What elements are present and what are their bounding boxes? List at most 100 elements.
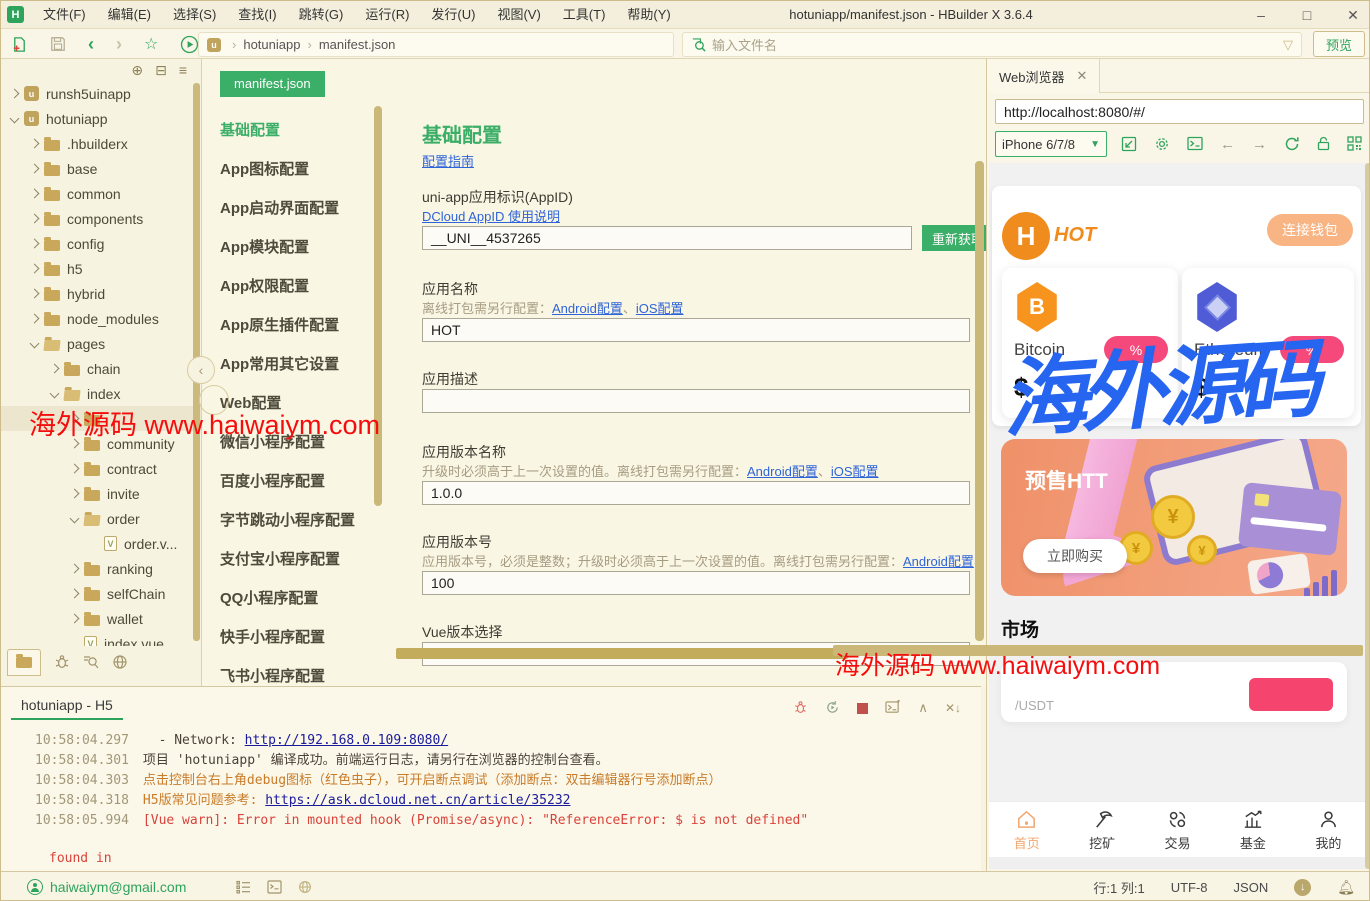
manifest-nav-item[interactable]: 微信小程序配置 (220, 423, 370, 462)
tabbar-item-首页[interactable]: 首页 (989, 802, 1064, 857)
web-browser-tab[interactable]: Web浏览器 ✕ (987, 59, 1100, 93)
chevron-right-icon[interactable] (27, 187, 41, 201)
clear-logs-icon[interactable]: ✕↓ (945, 701, 961, 715)
preview-scrollbar[interactable] (1365, 163, 1370, 869)
nav-forward-icon[interactable]: → (1252, 136, 1267, 153)
log-link[interactable]: https://ask.dcloud.net.cn/article/35232 (265, 793, 570, 808)
android-config-link[interactable]: Android配置 (903, 554, 974, 569)
chevron-right-icon[interactable] (27, 137, 41, 151)
tree-item--hbuilderx[interactable]: .hbuilderx (1, 131, 201, 156)
chevron-right-icon[interactable] (67, 587, 81, 601)
search-tab-icon[interactable] (83, 654, 99, 672)
tabbar-item-我的[interactable]: 我的 (1291, 802, 1366, 857)
buy-now-button[interactable]: 立即购买 (1023, 539, 1127, 573)
ios-config-link[interactable]: iOS配置 (636, 301, 684, 316)
breadcrumb-project[interactable]: hotuniapp (243, 37, 300, 52)
collapse-all-icon[interactable]: ⊟ (155, 62, 167, 79)
manifest-nav-item[interactable]: 百度小程序配置 (220, 462, 370, 501)
filter-funnel-icon[interactable]: ▽ (1283, 37, 1293, 53)
breadcrumb-file[interactable]: manifest.json (319, 37, 396, 52)
new-file-icon[interactable] (11, 36, 28, 53)
config-guide-link[interactable]: 配置指南 (422, 151, 474, 170)
forward-icon[interactable]: › (116, 34, 122, 55)
horizontal-scrollbar-segment[interactable] (833, 645, 1363, 656)
restart-icon[interactable] (825, 699, 840, 717)
lock-icon[interactable] (1317, 135, 1330, 153)
tree-item-config[interactable]: config (1, 231, 201, 256)
tree-item-ranking[interactable]: ranking (1, 556, 201, 581)
chevron-down-icon[interactable] (47, 387, 61, 401)
tab-manifest-json[interactable]: manifest.json (220, 71, 325, 97)
version-name-input[interactable]: 1.0.0 (422, 481, 970, 505)
files-tab-icon[interactable] (7, 649, 41, 676)
android-config-link[interactable]: Android配置 (747, 464, 818, 479)
connect-wallet-button[interactable]: 连接钱包 (1267, 214, 1353, 246)
manifest-nav-item[interactable]: 飞书小程序配置 (220, 657, 370, 686)
form-scrollbar[interactable] (975, 161, 984, 641)
chevron-down-icon[interactable] (7, 112, 21, 126)
chevron-right-icon[interactable] (27, 312, 41, 326)
terminal-icon[interactable] (267, 878, 282, 896)
trade-button[interactable] (1249, 678, 1333, 711)
chevron-right-icon[interactable] (67, 437, 81, 451)
menu-item[interactable]: 选择(S) (162, 1, 227, 29)
tree-item-selfchain[interactable]: selfChain (1, 581, 201, 606)
preview-button[interactable]: 预览 (1313, 31, 1365, 57)
run-icon[interactable] (180, 35, 199, 54)
menu-item[interactable]: 视图(V) (486, 1, 551, 29)
coin-card-ethereum[interactable]: Ethereum % $ (1182, 268, 1354, 418)
account-button[interactable]: haiwaiym@gmail.com (27, 879, 186, 895)
open-external-icon[interactable] (1121, 135, 1137, 153)
file-type[interactable]: JSON (1234, 880, 1269, 895)
tree-item-order-v-[interactable]: Vorder.v... (1, 531, 201, 556)
open-terminal-icon[interactable] (885, 699, 901, 717)
nav-scrollbar[interactable] (374, 106, 382, 506)
manifest-nav-item[interactable]: App启动界面配置 (220, 189, 370, 228)
tree-item-index-vue[interactable]: Vindex.vue (1, 631, 201, 646)
console-window-icon[interactable] (1187, 135, 1203, 153)
chevron-right-icon[interactable] (67, 412, 81, 426)
chevron-right-icon[interactable] (7, 87, 21, 101)
app-name-input[interactable]: HOT (422, 318, 970, 342)
web-tab-icon[interactable] (112, 654, 128, 672)
chevron-right-icon[interactable] (47, 362, 61, 376)
chevron-down-icon[interactable] (27, 337, 41, 351)
collapse-console-icon[interactable]: ∧ (918, 700, 928, 716)
tree-item-community[interactable]: community (1, 431, 201, 456)
account-email[interactable]: haiwaiym@gmail.com (50, 879, 186, 895)
debug-tab-icon[interactable] (54, 654, 70, 672)
maximize-icon[interactable]: □ (1299, 1, 1315, 29)
close-tab-icon[interactable]: ✕ (1077, 68, 1088, 84)
coin-card-bitcoin[interactable]: B Bitcoin % $ (1002, 268, 1178, 418)
manifest-nav-item[interactable]: 快手小程序配置 (220, 618, 370, 657)
manifest-nav-item[interactable]: App模块配置 (220, 228, 370, 267)
appid-doc-link[interactable]: DCloud AppID 使用说明 (422, 206, 560, 225)
debug-bug-icon[interactable] (793, 699, 808, 717)
menu-item[interactable]: 跳转(G) (288, 1, 355, 29)
tree-item-index[interactable]: index (1, 381, 201, 406)
tree-item-contract[interactable]: contract (1, 456, 201, 481)
save-icon[interactable] (50, 36, 66, 52)
presale-banner[interactable]: ¥ ¥ ¥ 预售HTT 立即购买 (1001, 439, 1347, 596)
manifest-nav-item[interactable]: App原生插件配置 (220, 306, 370, 345)
manifest-nav-item[interactable]: Web配置 (220, 384, 370, 423)
tree-item-hotuniapp[interactable]: uhotuniapp (1, 106, 201, 131)
ios-config-link[interactable]: iOS配置 (831, 464, 879, 479)
menu-item[interactable]: 运行(R) (354, 1, 420, 29)
version-code-input[interactable]: 100 (422, 571, 970, 595)
collapse-handle[interactable] (199, 385, 229, 415)
tree-item-node-modules[interactable]: node_modules (1, 306, 201, 331)
qr-code-icon[interactable] (1347, 135, 1362, 153)
collapse-sidebar-icon[interactable]: ‹ (187, 356, 215, 384)
tabbar-item-交易[interactable]: 交易 (1140, 802, 1215, 857)
minimize-icon[interactable]: – (1253, 1, 1269, 29)
tree-item[interactable] (1, 406, 201, 431)
appid-input[interactable]: __UNI__4537265 (422, 226, 912, 250)
tree-item-pages[interactable]: pages (1, 331, 201, 356)
tree-item-invite[interactable]: invite (1, 481, 201, 506)
explorer-menu-icon[interactable]: ≡ (179, 62, 187, 79)
nav-back-icon[interactable]: ← (1220, 136, 1235, 153)
chevron-right-icon[interactable] (27, 287, 41, 301)
chevron-down-icon[interactable] (67, 512, 81, 526)
menu-item[interactable]: 发行(U) (420, 1, 486, 29)
